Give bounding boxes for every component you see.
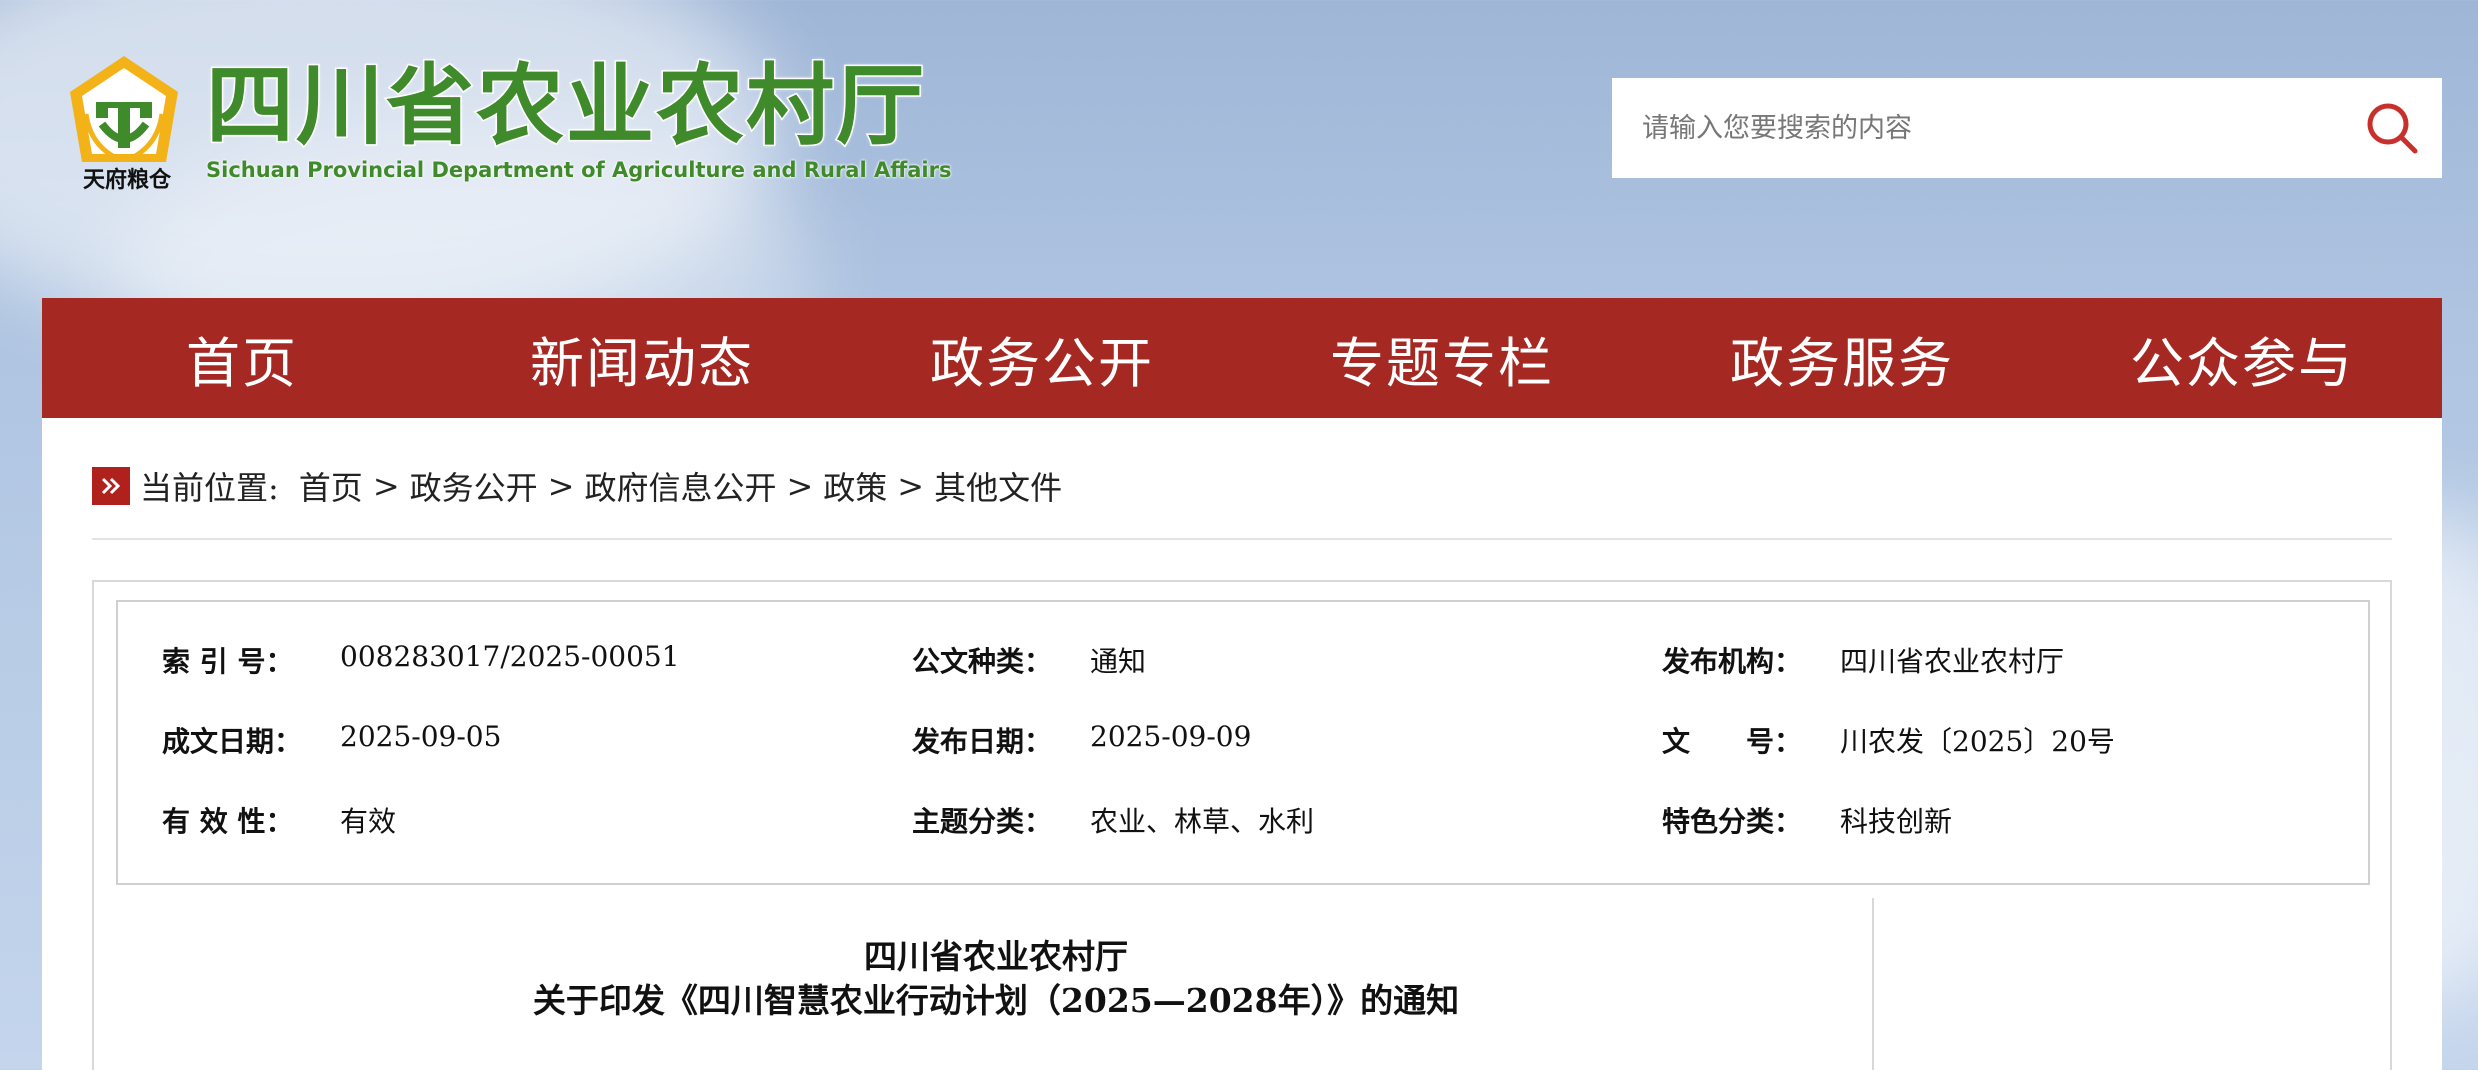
meta-index-no: 索 引 号： 008283017/2025-00051 <box>162 640 680 680</box>
breadcrumb-divider <box>92 538 2392 540</box>
search-button[interactable] <box>2342 78 2442 178</box>
meta-value: 四川省农业农村厅 <box>1840 645 2065 678</box>
breadcrumb-other-docs[interactable]: 其他文件 <box>934 463 1062 509</box>
nav-item-gov-affairs[interactable]: 政务公开 <box>842 319 1242 398</box>
breadcrumb-gov-info[interactable]: 政府信息公开 <box>584 463 776 509</box>
breadcrumb-separator: > <box>897 467 925 505</box>
document-container: 索 引 号： 008283017/2025-00051 公文种类： 通知 发布机… <box>92 580 2392 1070</box>
site-subtitle: Sichuan Provincial Department of Agricul… <box>206 158 952 182</box>
breadcrumb-home[interactable]: 首页 <box>299 463 363 509</box>
breadcrumb-separator: > <box>372 467 400 505</box>
meta-value: 2025-09-05 <box>340 720 502 753</box>
meta-publisher: 发布机构： 四川省农业农村厅 <box>1662 640 2064 680</box>
breadcrumb-policy[interactable]: 政策 <box>823 463 887 509</box>
meta-label: 主题分类： <box>912 805 1053 838</box>
meta-publish-date: 发布日期： 2025-09-09 <box>912 720 1251 760</box>
sidebar-divider <box>1872 898 1874 1070</box>
article-title: 关于印发《四川智慧农业行动计划（2025—2028年）》的通知 <box>532 981 1460 1020</box>
nav-item-public-participation[interactable]: 公众参与 <box>2042 319 2442 398</box>
meta-doc-no: 文 号： 川农发〔2025〕20号 <box>1662 720 2115 760</box>
meta-validity: 有 效 性： 有效 <box>162 800 396 840</box>
meta-value: 008283017/2025-00051 <box>340 640 680 673</box>
search-box <box>1612 78 2442 178</box>
breadcrumb-gov-affairs[interactable]: 政务公开 <box>410 463 538 509</box>
site-title[interactable]: 四川省农业农村厅 <box>204 54 926 157</box>
meta-label: 发布机构： <box>1662 645 1803 678</box>
meta-value: 有效 <box>340 805 397 838</box>
meta-created-date: 成文日期： 2025-09-05 <box>162 720 501 760</box>
meta-label: 特色分类： <box>1662 805 1803 838</box>
emblem-caption: 天府粮仓 <box>82 167 171 193</box>
nav-item-news[interactable]: 新闻动态 <box>442 319 842 398</box>
nav-item-home[interactable]: 首页 <box>42 319 442 398</box>
nav-item-gov-services[interactable]: 政务服务 <box>1642 319 2042 398</box>
meta-value: 科技创新 <box>1840 805 1953 838</box>
article-body: 四川省农业农村厅 关于印发《四川智慧农业行动计划（2025—2028年）》的通知 <box>116 898 1876 1070</box>
meta-value: 川农发〔2025〕20号 <box>1840 725 2115 758</box>
meta-label: 有 效 性： <box>162 805 294 838</box>
meta-label: 公文种类： <box>912 645 1053 678</box>
search-input[interactable] <box>1612 78 2342 178</box>
breadcrumb-separator: > <box>786 467 814 505</box>
meta-label: 索 引 号： <box>162 645 294 678</box>
emblem-logo-icon[interactable]: 天府粮仓 <box>66 54 182 204</box>
double-chevron-right-icon <box>92 467 130 505</box>
meta-topic: 主题分类： 农业、林草、水利 <box>912 800 1314 840</box>
breadcrumb-separator: > <box>547 467 575 505</box>
meta-value: 通知 <box>1090 645 1147 678</box>
meta-label: 发布日期： <box>912 725 1053 758</box>
search-icon <box>2367 103 2418 154</box>
breadcrumb: 当前位置: 首页 > 政务公开 > 政府信息公开 > 政策 > 其他文件 <box>92 464 1062 508</box>
meta-label: 文 号： <box>1662 725 1803 758</box>
meta-value: 2025-09-09 <box>1090 720 1252 753</box>
meta-value: 农业、林草、水利 <box>1090 805 1315 838</box>
site-header: 天府粮仓 四川省农业农村厅 Sichuan Provincial Departm… <box>0 0 2478 298</box>
document-metadata: 索 引 号： 008283017/2025-00051 公文种类： 通知 发布机… <box>116 600 2370 885</box>
breadcrumb-prefix: 当前位置: <box>140 469 279 507</box>
meta-feature: 特色分类： 科技创新 <box>1662 800 1952 840</box>
main-nav: 首页 新闻动态 政务公开 专题专栏 政务服务 公众参与 <box>42 298 2442 418</box>
meta-label: 成文日期： <box>162 725 303 758</box>
article-issuer: 四川省农业农村厅 <box>864 937 1128 976</box>
meta-doc-type: 公文种类： 通知 <box>912 640 1146 680</box>
content-panel: 当前位置: 首页 > 政务公开 > 政府信息公开 > 政策 > 其他文件 索 引… <box>42 418 2442 1070</box>
nav-item-special-topics[interactable]: 专题专栏 <box>1242 319 1642 398</box>
